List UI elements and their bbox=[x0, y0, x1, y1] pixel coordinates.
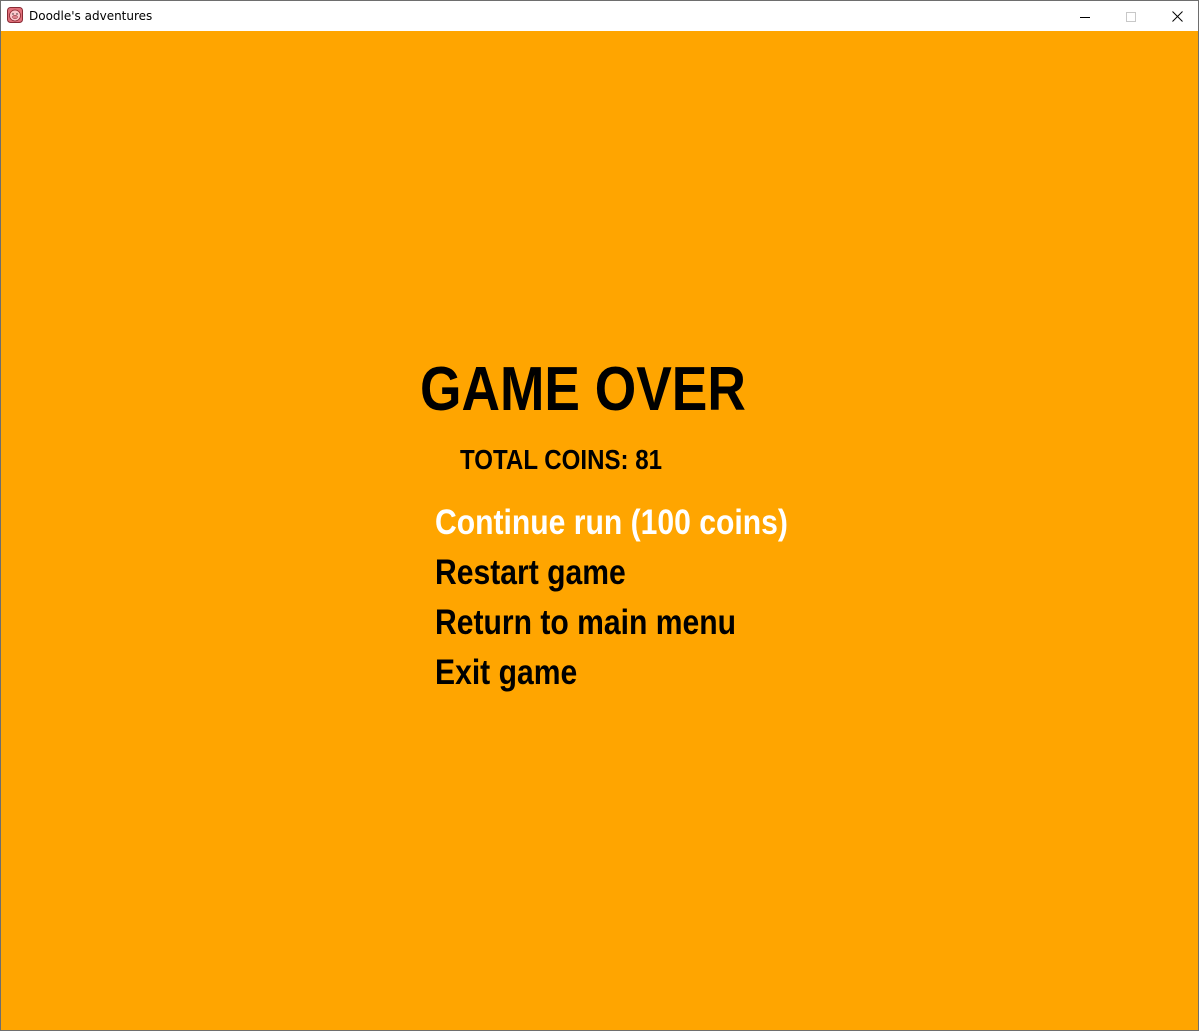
maximize-icon bbox=[1126, 7, 1136, 26]
close-button[interactable] bbox=[1154, 1, 1198, 31]
maximize-button[interactable] bbox=[1108, 1, 1154, 31]
title-bar[interactable]: Doodle's adventures bbox=[1, 1, 1198, 31]
minimize-icon bbox=[1080, 7, 1090, 26]
minimize-button[interactable] bbox=[1062, 1, 1108, 31]
pig-face-icon bbox=[7, 7, 23, 23]
total-coins-label: TOTAL COINS: 81 bbox=[460, 444, 663, 475]
window-title: Doodle's adventures bbox=[29, 9, 153, 23]
game-window: Doodle's adventures GAME OVER TOTAL COIN… bbox=[0, 0, 1199, 1031]
game-canvas: GAME OVER TOTAL COINS: 81 Continue run (… bbox=[1, 31, 1198, 1030]
menu-item-restart-game[interactable]: Restart game bbox=[435, 553, 626, 593]
close-icon bbox=[1171, 7, 1183, 26]
menu-item-exit-game[interactable]: Exit game bbox=[435, 653, 577, 693]
menu-item-return-to-main-menu[interactable]: Return to main menu bbox=[435, 603, 736, 643]
game-over-title: GAME OVER bbox=[420, 355, 746, 424]
menu-item-continue-run[interactable]: Continue run (100 coins) bbox=[435, 503, 788, 543]
